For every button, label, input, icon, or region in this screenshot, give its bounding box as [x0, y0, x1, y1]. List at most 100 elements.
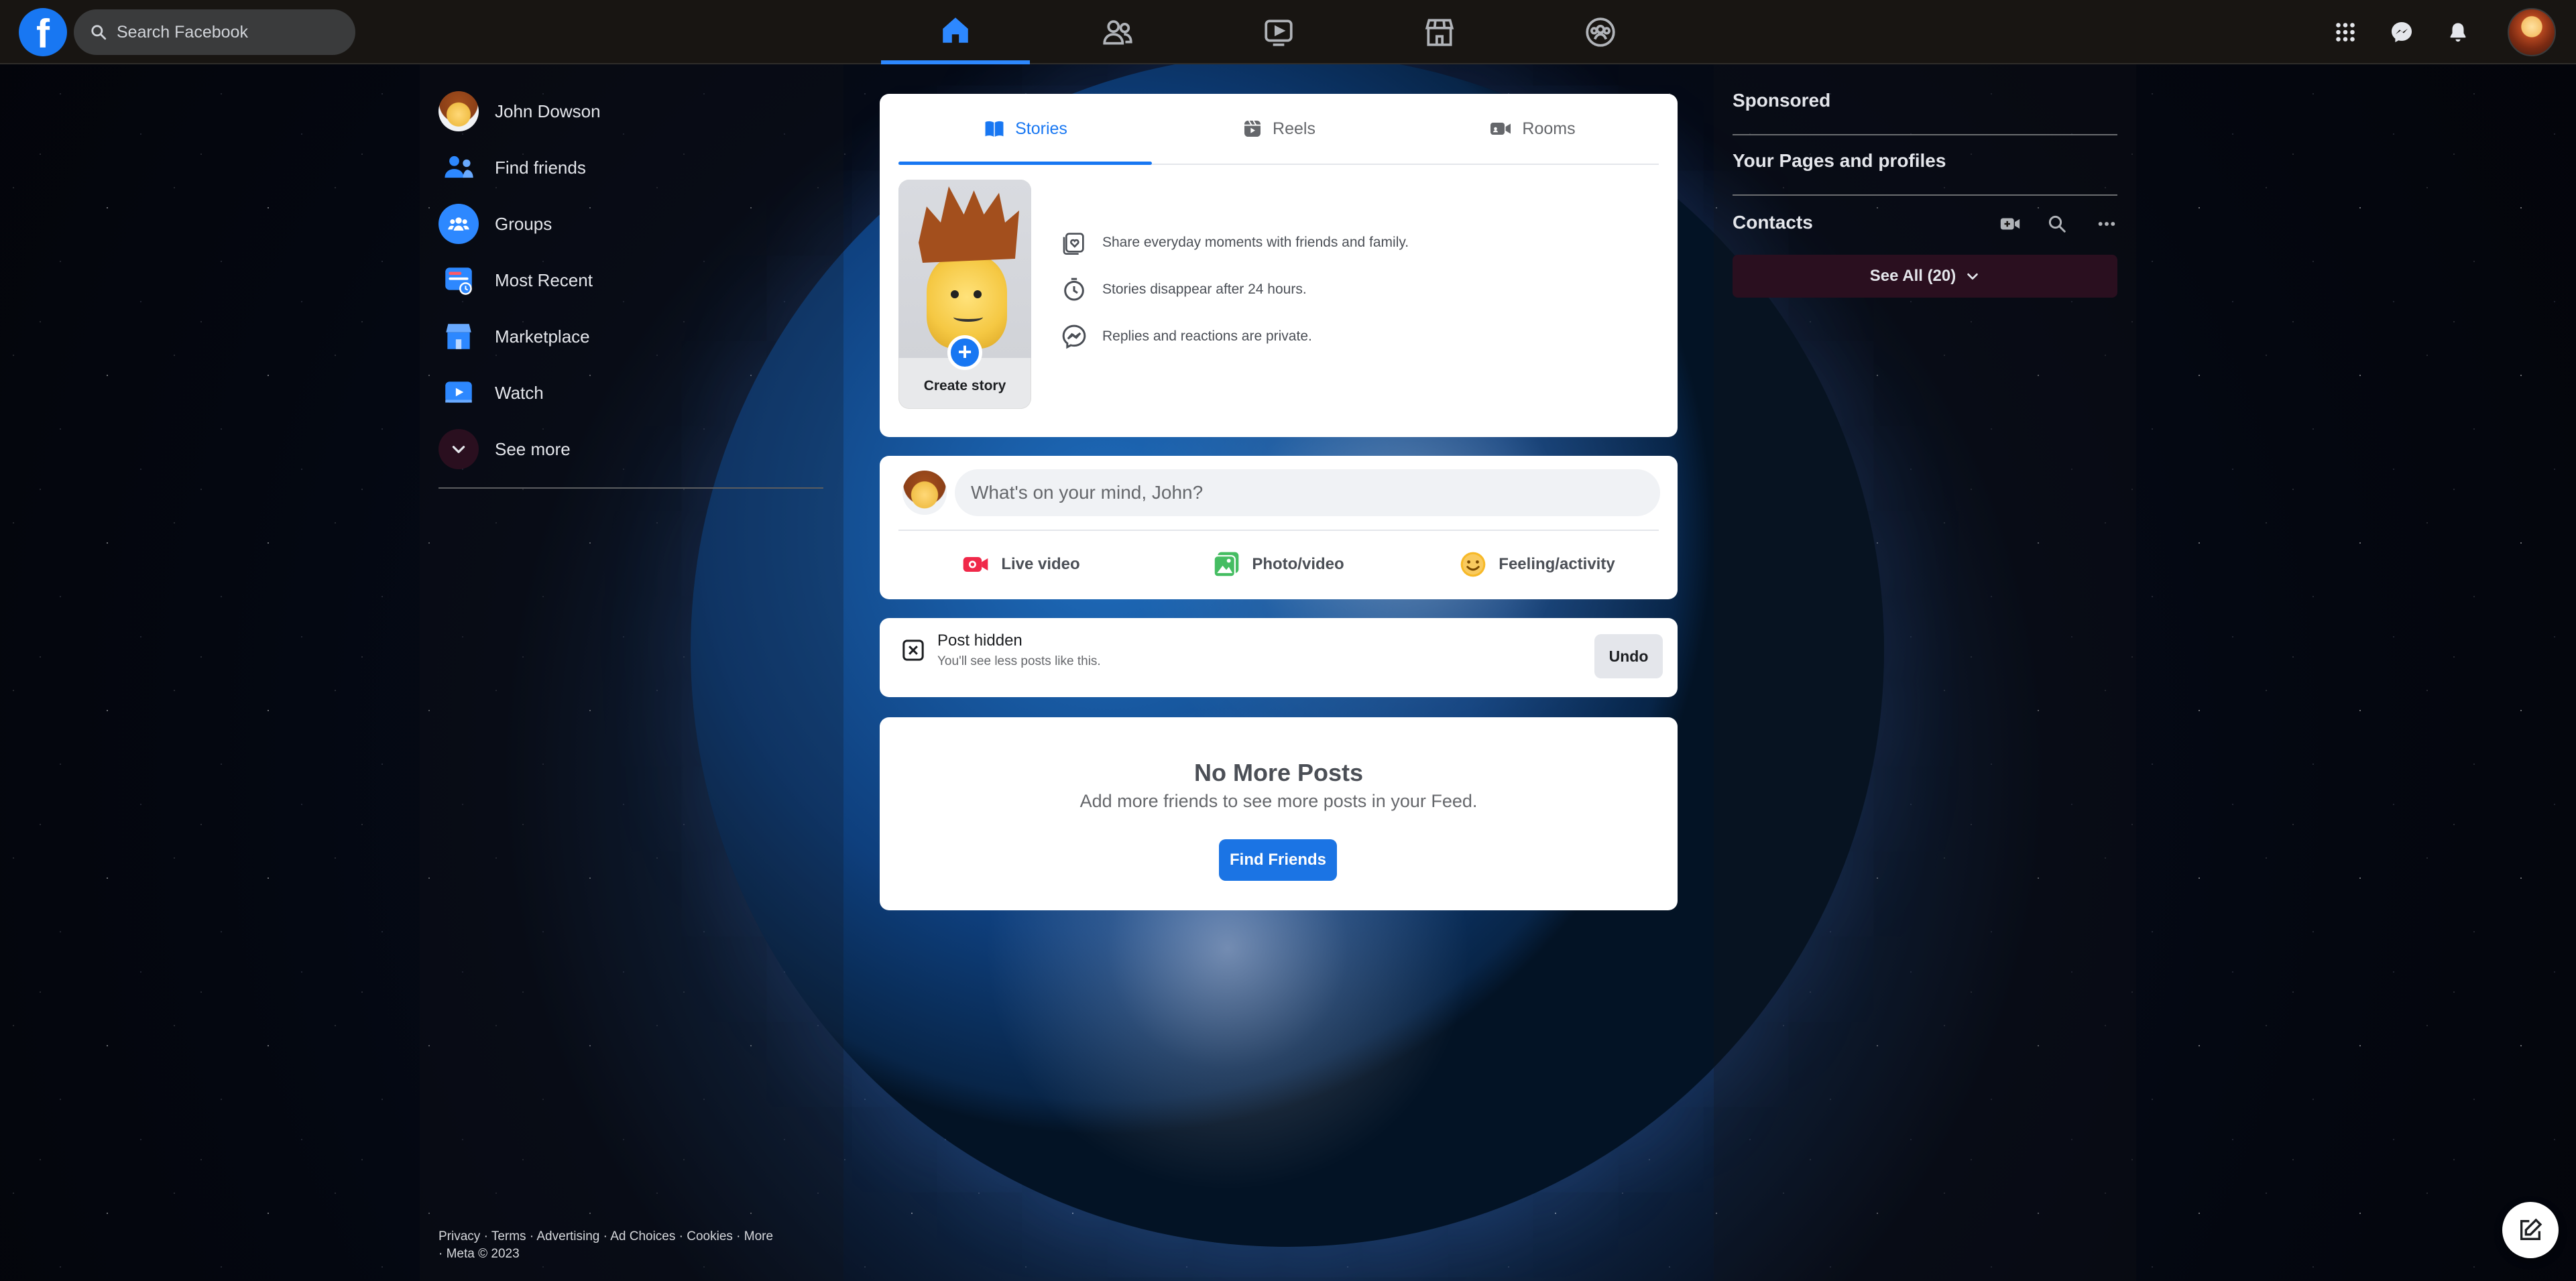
- story-info-row: Replies and reactions are private.: [1059, 322, 1312, 351]
- video-camera-plus-icon: [2000, 218, 2020, 230]
- timer-icon: [1059, 275, 1089, 304]
- sidebar-item-see-more[interactable]: See more: [438, 422, 827, 476]
- search-icon: [2048, 215, 2066, 233]
- live-video-icon: [963, 557, 988, 572]
- photo-icon: [1213, 552, 1239, 578]
- stories-tab-bar: Stories Reels Rooms: [898, 94, 1659, 165]
- marketplace-icon: [1425, 19, 1454, 46]
- right-sidebar: [1714, 64, 2136, 1281]
- sidebar-item-marketplace[interactable]: Marketplace: [438, 310, 827, 363]
- tab-label: Reels: [1273, 119, 1315, 138]
- messenger-icon: [1059, 322, 1089, 351]
- sidebar-item-label: See more: [495, 438, 571, 459]
- see-all-contacts-button[interactable]: See All (20): [1733, 255, 2117, 298]
- home-icon: [943, 17, 968, 43]
- footer-links[interactable]: Privacy · Terms · Advertising · Ad Choic…: [438, 1228, 834, 1263]
- right-divider: [1733, 194, 2117, 196]
- search-box[interactable]: [74, 9, 355, 55]
- smiley-icon: [1460, 552, 1486, 577]
- action-label: Photo/video: [1252, 555, 1344, 573]
- footer-line: · Meta © 2023: [438, 1247, 520, 1261]
- footer-line[interactable]: Privacy · Terms · Advertising · Ad Choic…: [438, 1228, 834, 1245]
- undo-button[interactable]: Undo: [1594, 634, 1663, 678]
- feeling-activity-button[interactable]: Feeling/activity: [1416, 538, 1657, 591]
- new-room-button[interactable]: [1995, 209, 2025, 239]
- story-info-text: Stories disappear after 24 hours.: [1102, 282, 1307, 297]
- post-composer-card: Live video Photo/video Feeling/activity: [880, 456, 1678, 599]
- marketplace-icon: [438, 316, 479, 357]
- sidebar-item-find-friends[interactable]: Find friends: [438, 141, 827, 194]
- groups-icon: [438, 204, 479, 244]
- create-story-card[interactable]: + Create story: [898, 180, 1031, 409]
- post-hidden-title: Post hidden: [937, 631, 1022, 650]
- top-navigation-bar: f: [0, 0, 2576, 64]
- search-input[interactable]: [117, 22, 331, 42]
- live-video-button[interactable]: Live video: [900, 538, 1141, 591]
- contacts-heading: Contacts: [1733, 212, 1813, 233]
- new-message-button[interactable]: [2502, 1202, 2559, 1258]
- avatar[interactable]: [902, 471, 947, 515]
- menu-button[interactable]: [2323, 9, 2368, 55]
- search-contacts-button[interactable]: [2042, 209, 2072, 239]
- photo-video-button[interactable]: Photo/video: [1157, 538, 1399, 591]
- video-camera-icon: [1490, 123, 1511, 135]
- story-info-row: Share everyday moments with friends and …: [1059, 228, 1409, 257]
- hidden-post-icon: [902, 639, 924, 661]
- no-more-posts-subtitle: Add more friends to see more posts in yo…: [1079, 791, 1478, 811]
- search-icon: [91, 25, 107, 40]
- chevron-down-icon: [438, 429, 479, 469]
- action-label: Feeling/activity: [1499, 555, 1615, 573]
- more-horizontal-icon: [2098, 222, 2115, 226]
- right-divider: [1733, 134, 2117, 135]
- sidebar-item-groups[interactable]: Groups: [438, 197, 827, 251]
- compose-icon: [2520, 1218, 2542, 1240]
- nav-tab-groups[interactable]: [1526, 0, 1675, 64]
- sidebar-item-label: Watch: [495, 382, 544, 403]
- story-heart-icon: [1059, 228, 1089, 257]
- nav-tab-marketplace[interactable]: [1365, 0, 1514, 64]
- messenger-button[interactable]: [2379, 9, 2424, 55]
- sidebar-item-label: Most Recent: [495, 269, 593, 290]
- create-story-label: Create story: [923, 378, 1006, 393]
- reels-icon: [1244, 120, 1261, 137]
- tab-stories[interactable]: Stories: [898, 94, 1152, 165]
- friends-icon: [1103, 20, 1132, 45]
- no-more-posts-title: No More Posts: [1193, 759, 1364, 786]
- groups-icon: [1586, 17, 1615, 47]
- composer-divider: [898, 530, 1659, 531]
- story-avatar-image: [898, 180, 1031, 358]
- sidebar-item-most-recent[interactable]: Most Recent: [438, 253, 827, 307]
- see-all-label: See All (20): [1869, 267, 1956, 285]
- sidebar-divider: [438, 487, 823, 489]
- action-label: Live video: [1001, 555, 1080, 573]
- messenger-icon: [2392, 22, 2412, 42]
- post-hidden-subtitle: You'll see less posts like this.: [937, 654, 1101, 668]
- feed-icon: [438, 260, 479, 300]
- add-story-icon[interactable]: +: [947, 335, 982, 370]
- nav-tab-watch[interactable]: [1204, 0, 1353, 64]
- post-composer-input[interactable]: [955, 469, 1660, 516]
- watch-icon: [438, 373, 479, 413]
- pages-profiles-heading[interactable]: Your Pages and profiles: [1733, 150, 1946, 172]
- post-hidden-card: Post hidden You'll see less posts like t…: [880, 618, 1678, 697]
- nav-tab-friends[interactable]: [1043, 0, 1192, 64]
- book-icon: [985, 121, 1004, 137]
- tab-reels[interactable]: Reels: [1152, 94, 1405, 164]
- menu-grid-icon: [2336, 23, 2355, 42]
- contacts-options-button[interactable]: [2092, 209, 2121, 239]
- sidebar-item-label: Find friends: [495, 157, 586, 178]
- find-friends-button[interactable]: Find Friends: [1219, 839, 1337, 881]
- tab-label: Stories: [1015, 119, 1067, 138]
- sidebar-item-profile[interactable]: John Dowson: [438, 84, 827, 138]
- no-more-posts-card: No More Posts Add more friends to see mo…: [880, 717, 1678, 910]
- nav-tab-home[interactable]: [881, 0, 1030, 64]
- sidebar-item-label: Marketplace: [495, 326, 590, 347]
- notifications-button[interactable]: [2435, 9, 2481, 55]
- bell-icon: [2450, 23, 2466, 42]
- account-avatar[interactable]: [2508, 8, 2556, 56]
- stories-card: Stories Reels Rooms + Create story Share…: [880, 94, 1678, 437]
- tab-rooms[interactable]: Rooms: [1405, 94, 1659, 164]
- sidebar-item-watch[interactable]: Watch: [438, 366, 827, 420]
- facebook-logo[interactable]: f: [19, 8, 67, 56]
- chevron-down-icon: [1967, 273, 1979, 280]
